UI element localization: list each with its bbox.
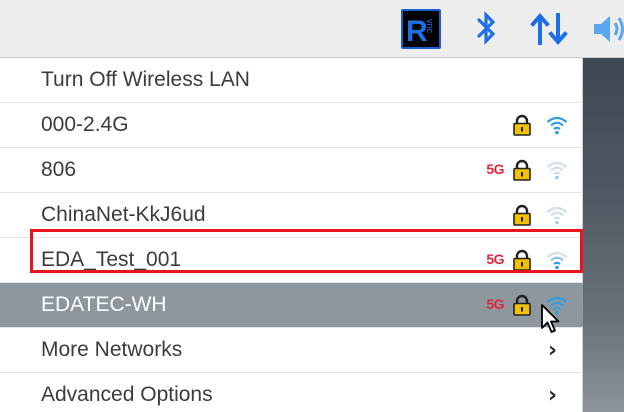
lock-icon	[513, 114, 531, 136]
menu-item-label: Turn Off Wireless LAN	[41, 68, 250, 91]
network-item-edatec-wh[interactable]: EDATEC-WH 5G	[0, 283, 583, 328]
network-ssid: 000-2.4G	[41, 113, 129, 136]
wifi-signal-strong-icon	[546, 116, 568, 135]
top-panel: R vnc	[0, 0, 624, 58]
turn-off-wireless-item[interactable]: Turn Off Wireless LAN	[0, 58, 583, 103]
lock-icon	[513, 294, 531, 316]
wifi-signal-medium-icon	[546, 251, 568, 270]
menu-item-label: Advanced Options	[41, 383, 213, 406]
network-item-000-2-4g[interactable]: 000-2.4G	[0, 103, 583, 148]
lock-icon	[513, 204, 531, 226]
network-ssid: ChinaNet-KkJ6ud	[41, 203, 206, 226]
wifi-network-menu: Turn Off Wireless LAN 000-2.4G 806 5G Ch…	[0, 58, 583, 412]
vnc-server-icon[interactable]: R vnc	[401, 9, 441, 49]
advanced-options-item[interactable]: Advanced Options ›	[0, 373, 583, 412]
desktop-background	[583, 58, 624, 412]
band-5g-badge: 5G	[486, 296, 504, 312]
lock-icon	[513, 159, 531, 181]
network-transfer-icon[interactable]	[530, 9, 570, 49]
chevron-right-icon: ›	[548, 383, 558, 408]
band-5g-badge: 5G	[486, 161, 504, 177]
lock-icon	[513, 249, 531, 271]
band-5g-badge: 5G	[486, 251, 504, 267]
network-ssid: EDATEC-WH	[41, 293, 167, 316]
wifi-signal-weak-icon	[546, 161, 568, 180]
network-ssid: 806	[41, 158, 77, 181]
menu-item-label: More Networks	[41, 338, 183, 361]
network-item-eda-test-001[interactable]: EDA_Test_001 5G	[0, 238, 583, 283]
mouse-cursor-icon	[541, 304, 560, 333]
volume-icon[interactable]	[592, 9, 624, 49]
vnc-logo-letter: R	[406, 15, 428, 47]
vnc-logo-text: vnc	[425, 19, 435, 34]
wifi-signal-weak-icon	[546, 206, 568, 225]
network-item-806[interactable]: 806 5G	[0, 148, 583, 193]
more-networks-item[interactable]: More Networks ›	[0, 328, 583, 373]
bluetooth-icon[interactable]	[474, 9, 500, 49]
chevron-right-icon: ›	[548, 338, 558, 363]
network-item-chinanet[interactable]: ChinaNet-KkJ6ud	[0, 193, 583, 238]
network-ssid: EDA_Test_001	[41, 248, 182, 271]
